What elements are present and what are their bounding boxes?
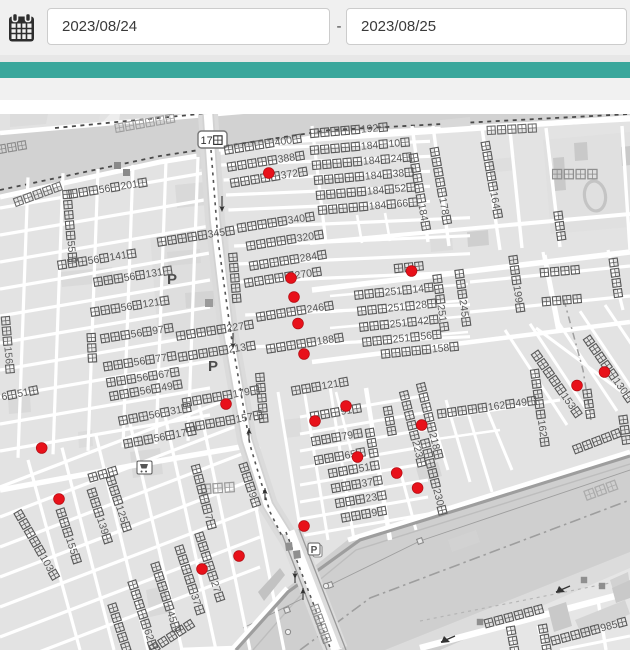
svg-text:158: 158: [431, 342, 450, 356]
svg-text:199: 199: [510, 285, 524, 304]
svg-text:184: 184: [360, 139, 379, 152]
svg-text:251: 251: [384, 285, 403, 299]
svg-text:42: 42: [417, 315, 430, 328]
svg-text:51: 51: [358, 461, 372, 475]
svg-text:56: 56: [133, 355, 147, 369]
svg-text:184: 184: [364, 169, 383, 182]
svg-text:P: P: [311, 545, 318, 556]
svg-text:56: 56: [148, 408, 162, 422]
svg-text:56: 56: [120, 300, 134, 314]
svg-text:38: 38: [392, 167, 405, 180]
svg-text:17: 17: [201, 135, 213, 147]
svg-text:49: 49: [160, 380, 174, 394]
svg-text:55: 55: [65, 240, 78, 253]
svg-text:162: 162: [535, 419, 549, 438]
svg-text:23: 23: [365, 491, 379, 505]
svg-text:245: 245: [456, 299, 470, 318]
svg-text:67: 67: [157, 368, 171, 382]
svg-text:79: 79: [341, 429, 355, 443]
svg-text:52: 52: [394, 182, 407, 195]
svg-text:51: 51: [16, 386, 30, 400]
svg-text:184: 184: [368, 199, 387, 212]
svg-text:192: 192: [360, 122, 379, 135]
svg-text:56: 56: [420, 330, 433, 343]
svg-text:49: 49: [515, 396, 528, 410]
svg-text:56: 56: [87, 253, 101, 267]
svg-text:56: 56: [153, 431, 167, 445]
svg-text:P: P: [208, 358, 218, 375]
svg-text:24: 24: [390, 152, 403, 165]
svg-text:184: 184: [366, 184, 385, 197]
svg-text:251: 251: [392, 332, 411, 346]
svg-text:156: 156: [1, 346, 14, 365]
svg-text:66: 66: [396, 197, 409, 210]
svg-text:251: 251: [387, 301, 406, 315]
svg-text:97: 97: [151, 324, 165, 338]
svg-text:28: 28: [415, 299, 428, 312]
svg-text:56: 56: [136, 371, 150, 385]
svg-text:10: 10: [388, 137, 401, 150]
svg-text:56: 56: [123, 270, 137, 284]
svg-text:162: 162: [487, 399, 506, 413]
svg-text:31: 31: [169, 404, 183, 418]
svg-text:56: 56: [139, 384, 153, 398]
svg-text:37: 37: [361, 476, 375, 490]
svg-text:251: 251: [434, 304, 448, 323]
svg-text:56: 56: [130, 327, 144, 341]
svg-text:77: 77: [154, 352, 168, 366]
svg-text:251: 251: [389, 317, 408, 331]
svg-text:184: 184: [362, 154, 381, 167]
svg-text:14: 14: [412, 283, 425, 296]
svg-text:56: 56: [98, 182, 112, 196]
